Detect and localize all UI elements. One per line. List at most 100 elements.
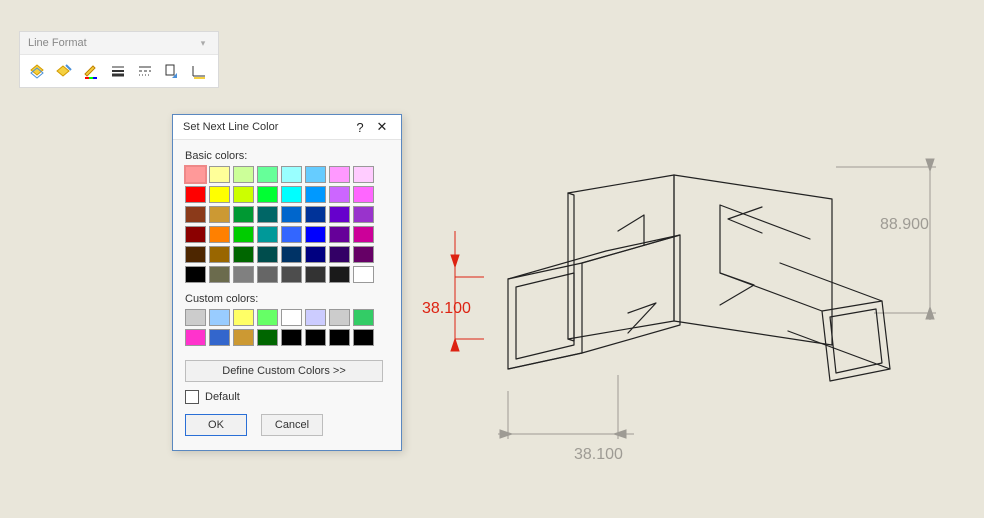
color-swatch[interactable] <box>209 186 230 203</box>
color-swatch[interactable] <box>305 309 326 326</box>
color-swatch[interactable] <box>305 166 326 183</box>
edit-layer-icon[interactable] <box>53 60 75 82</box>
color-swatch[interactable] <box>353 246 374 263</box>
set-next-line-color-dialog: Set Next Line Color ? ✕ Basic colors: Cu… <box>172 114 402 451</box>
toolbar-title-bar[interactable]: Line Format ▾ <box>20 32 218 55</box>
color-swatch[interactable] <box>233 266 254 283</box>
basic-colors-label: Basic colors: <box>185 150 401 162</box>
color-swatch[interactable] <box>305 329 326 346</box>
custom-colors-label: Custom colors: <box>185 293 401 305</box>
color-swatch[interactable] <box>233 186 254 203</box>
color-swatch[interactable] <box>185 186 206 203</box>
color-swatch[interactable] <box>305 226 326 243</box>
drawing-canvas: 38.100 38.100 88.900 <box>420 145 980 505</box>
color-swatch[interactable] <box>185 206 206 223</box>
help-icon[interactable]: ? <box>349 120 371 135</box>
color-swatch[interactable] <box>209 309 230 326</box>
close-icon[interactable]: ▾ <box>196 36 210 50</box>
line-format-toolbar: Line Format ▾ <box>19 31 219 88</box>
color-swatch[interactable] <box>209 246 230 263</box>
color-swatch[interactable] <box>257 309 278 326</box>
custom-colors-grid <box>185 309 401 346</box>
color-swatch[interactable] <box>305 246 326 263</box>
color-swatch[interactable] <box>353 329 374 346</box>
dialog-title-bar[interactable]: Set Next Line Color ? ✕ <box>173 115 401 140</box>
color-swatch[interactable] <box>329 266 350 283</box>
color-swatch[interactable] <box>233 206 254 223</box>
color-swatch[interactable] <box>305 266 326 283</box>
close-icon[interactable]: ✕ <box>371 119 393 135</box>
line-style-icon[interactable] <box>134 60 156 82</box>
ok-button[interactable]: OK <box>185 414 247 436</box>
color-swatch[interactable] <box>209 206 230 223</box>
cancel-button[interactable]: Cancel <box>261 414 323 436</box>
color-swatch[interactable] <box>257 186 278 203</box>
color-swatch[interactable] <box>209 266 230 283</box>
color-swatch[interactable] <box>281 186 302 203</box>
color-swatch[interactable] <box>257 206 278 223</box>
color-swatch[interactable] <box>281 329 302 346</box>
color-swatch[interactable] <box>185 226 206 243</box>
color-swatch[interactable] <box>353 166 374 183</box>
toolbar-buttons <box>20 55 218 87</box>
color-swatch[interactable] <box>185 329 206 346</box>
color-swatch[interactable] <box>257 329 278 346</box>
dimension-bottom-value: 38.100 <box>574 446 623 463</box>
color-swatch[interactable] <box>329 186 350 203</box>
color-swatch[interactable] <box>353 309 374 326</box>
color-swatch[interactable] <box>329 226 350 243</box>
color-swatch[interactable] <box>281 206 302 223</box>
color-swatch[interactable] <box>353 186 374 203</box>
dimension-right-value: 88.900 <box>880 216 929 233</box>
color-swatch[interactable] <box>257 166 278 183</box>
color-swatch[interactable] <box>185 266 206 283</box>
color-display-icon[interactable] <box>188 60 210 82</box>
color-swatch[interactable] <box>257 266 278 283</box>
dimension-bottom <box>498 375 634 439</box>
color-swatch[interactable] <box>329 329 350 346</box>
color-swatch[interactable] <box>233 166 254 183</box>
toolbar-title: Line Format <box>28 37 87 49</box>
color-swatch[interactable] <box>185 166 206 183</box>
color-swatch[interactable] <box>329 206 350 223</box>
color-swatch[interactable] <box>281 226 302 243</box>
basic-colors-grid <box>185 166 401 283</box>
dialog-button-row: OK Cancel <box>185 414 401 436</box>
color-swatch[interactable] <box>185 309 206 326</box>
color-swatch[interactable] <box>281 309 302 326</box>
color-swatch[interactable] <box>353 206 374 223</box>
line-color-icon[interactable] <box>80 60 102 82</box>
color-swatch[interactable] <box>233 329 254 346</box>
color-swatch[interactable] <box>329 246 350 263</box>
dialog-title: Set Next Line Color <box>183 121 278 133</box>
layer-icon[interactable] <box>26 60 48 82</box>
color-swatch[interactable] <box>281 166 302 183</box>
default-label: Default <box>205 391 240 403</box>
color-swatch[interactable] <box>329 166 350 183</box>
color-swatch[interactable] <box>209 329 230 346</box>
color-swatch[interactable] <box>305 206 326 223</box>
color-swatch[interactable] <box>257 246 278 263</box>
default-checkbox[interactable] <box>185 390 199 404</box>
define-custom-colors-button[interactable]: Define Custom Colors >> <box>185 360 383 382</box>
color-swatch[interactable] <box>329 309 350 326</box>
color-swatch[interactable] <box>353 266 374 283</box>
color-swatch[interactable] <box>209 226 230 243</box>
color-swatch[interactable] <box>353 226 374 243</box>
color-swatch[interactable] <box>233 309 254 326</box>
hide-show-icon[interactable] <box>161 60 183 82</box>
color-swatch[interactable] <box>305 186 326 203</box>
dimension-right <box>836 159 936 320</box>
dimension-left-value: 38.100 <box>422 300 471 317</box>
color-swatch[interactable] <box>233 226 254 243</box>
bracket-part <box>508 175 890 381</box>
line-thickness-icon[interactable] <box>107 60 129 82</box>
color-swatch[interactable] <box>281 246 302 263</box>
color-swatch[interactable] <box>209 166 230 183</box>
color-swatch[interactable] <box>233 246 254 263</box>
dimension-left <box>451 231 484 351</box>
color-swatch[interactable] <box>281 266 302 283</box>
color-swatch[interactable] <box>185 246 206 263</box>
default-row: Default <box>185 390 401 404</box>
color-swatch[interactable] <box>257 226 278 243</box>
